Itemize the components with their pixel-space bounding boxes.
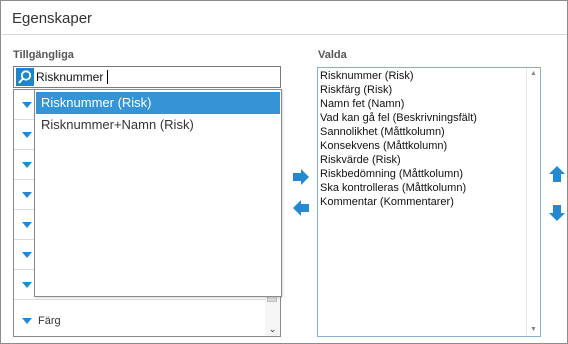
group-label: Färg (38, 315, 61, 327)
selected-item[interactable]: Riskvärde (Risk) (320, 154, 401, 167)
selected-item[interactable]: Riskbedömning (Måttkolumn) (320, 168, 463, 181)
triangle-down-icon[interactable] (22, 252, 32, 258)
selected-item[interactable]: Namn fet (Namn) (320, 98, 404, 111)
triangle-down-icon[interactable] (22, 102, 32, 108)
arrow-left-icon[interactable] (292, 199, 310, 217)
suggestion-item-selected[interactable]: Risknummer (Risk) (36, 92, 280, 114)
triangle-down-icon[interactable] (22, 282, 32, 288)
triangle-down-icon[interactable] (22, 132, 32, 138)
triangle-down-icon[interactable] (22, 192, 32, 198)
selected-item[interactable]: Riskfärg (Risk) (320, 84, 392, 97)
selected-item[interactable]: Risknummer (Risk) (320, 70, 414, 83)
search-suggestions: Risknummer (Risk) Risknummer+Namn (Risk) (34, 89, 282, 297)
scroll-down-icon[interactable]: ⌄ (267, 324, 278, 334)
properties-dialog: Egenskaper Tillgängliga Risknummer Färg … (0, 0, 568, 344)
arrow-right-icon[interactable] (292, 168, 310, 186)
selected-item[interactable]: Konsekvens (Måttkolumn) (320, 140, 447, 153)
text-caret (107, 70, 108, 84)
search-input[interactable] (34, 68, 278, 86)
scroll-down-icon[interactable]: ▼ (529, 326, 538, 334)
selected-item[interactable]: Kommentar (Kommentarer) (320, 196, 454, 209)
available-label: Tillgängliga (13, 49, 74, 61)
selected-label: Valda (318, 49, 347, 61)
selected-item[interactable]: Ska kontrolleras (Måttkolumn) (320, 182, 466, 195)
triangle-down-icon[interactable] (22, 222, 32, 228)
arrow-down-icon[interactable] (548, 204, 566, 222)
triangle-down-icon[interactable] (22, 318, 32, 324)
search-box[interactable] (13, 66, 281, 88)
selected-list[interactable]: Risknummer (Risk) Riskfärg (Risk) Namn f… (317, 67, 541, 337)
suggestion-item[interactable]: Risknummer+Namn (Risk) (36, 114, 280, 136)
selected-scrollbar[interactable]: ▲ ▼ (526, 68, 540, 336)
dialog-title: Egenskaper (12, 10, 93, 27)
triangle-down-icon[interactable] (22, 162, 32, 168)
arrow-up-icon[interactable] (548, 165, 566, 183)
selected-item[interactable]: Sannolikhet (Måttkolumn) (320, 126, 445, 139)
group-row-farg[interactable]: Färg (14, 306, 266, 336)
dialog-header: Egenskaper (2, 2, 567, 35)
search-icon[interactable] (16, 68, 34, 86)
selected-item[interactable]: Vad kan gå fel (Beskrivningsfält) (320, 112, 477, 125)
scroll-up-icon[interactable]: ▲ (529, 70, 538, 78)
